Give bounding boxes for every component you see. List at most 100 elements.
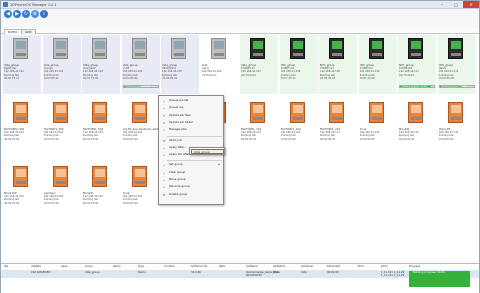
printer-tile[interactable]: Germano 192.168.44.202 Building tab 00:00:0… [43,163,81,222]
menu-item-icon: ✕ [162,138,166,143]
menu-item-queue-log[interactable]: • Queue log [160,105,222,111]
menu-item-rename-group[interactable]: • Rename group [160,184,222,190]
details-cell: 31.0.80 [191,271,201,274]
details-column-header[interactable]: Name [113,265,121,268]
menu-item-icon: • [163,153,165,158]
details-column-header[interactable]: IntMeta [31,265,41,268]
printer-tile[interactable]: Vida_group SYDNEY-01 192.168.44.107 Job Fin… [240,35,278,94]
printer-tile[interactable]: Vida_group Unit2 192.168.44.104 Building ta… [121,35,160,94]
printer-info: 192.168.44.203 Building tab 00:00:00:00 [83,131,120,141]
printer-tile[interactable]: Mona100 192.168.44.201 Building tab 00:00:0… [3,163,41,222]
printer-icon [289,38,305,59]
printer-base [450,53,461,56]
details-cell: 1_11.10 / 1_11.20 1_11.10 / 1_11.20 [381,271,404,277]
menu-item-upload-job-folder[interactable]: ⇧ Upload job folder [160,120,222,126]
printer-base [371,53,382,56]
menu-item-icon: ⇧ [162,113,166,118]
menu-item-upload-job-files[interactable]: ⇧ Upload job files [160,113,222,119]
gear-icon[interactable]: ⚙ [31,10,39,18]
printer-icon [289,102,305,123]
details-column-header[interactable]: Estimated [327,265,340,268]
printer-screen [292,105,303,113]
printer-tile[interactable]: FACTORY1_001 192.168.44.201 Building tab 00… [3,99,41,158]
printer-tile[interactable]: NYC_group Matrix 192.168.44.112 Building ta… [437,35,476,94]
printer-tile[interactable]: FACTORY1_002 192.168.44.202 Building tab 00… [43,99,81,158]
printer-tile[interactable]: Vida_group Orange 192.168.44.102 Building t… [42,35,81,94]
printer-tile[interactable]: NYC_group SYDNEY02 192.168.44.110 Building … [358,35,397,94]
printer-info-line: 00:00:00:00 [83,201,99,205]
menu-item-manage-jobs[interactable]: • Manage jobs [160,127,222,133]
printer-tile[interactable]: FACTORY1_119 192.168.44.119 Building tab 00… [240,99,278,158]
printer-tile[interactable]: NYC_group SYDNEY-01 192.168.44.108 Building… [279,35,318,94]
close-button[interactable]: ✕ [463,1,479,8]
printer-screen [16,41,26,49]
printer-tile[interactable]: Rona 192.168.44.130 Building tab 00:00:00:0… [359,99,397,158]
printer-tile[interactable]: NYC_group SYDNEY03 192.168.44.111 Job Finis… [398,35,436,94]
submenu-item-group[interactable]: Vida_group [191,149,224,154]
printer-info: 192.168.44.203 Building tab 00:00:00:00 [83,195,120,205]
details-column-header[interactable]: Location [164,265,175,268]
menu-item-delete-group[interactable]: ✕ Delete group [160,192,222,198]
printer-icon [329,38,344,59]
printer-tile[interactable]: Rona 192.168.44.204 Building tab 00:00:00:0… [122,163,160,222]
progress-label: Building progress: 50.0% [125,85,151,88]
details-cell-line: 00:01:00 [327,271,339,274]
printer-tile[interactable]: FACTORY1_124 192.168.44.124 Building tab 00… [280,99,318,158]
details-cell: Demo [138,271,146,274]
menu-item-queue-job-list[interactable]: • Queue job list [160,98,222,104]
info-icon[interactable]: i [40,10,48,18]
menu-item-icon: • [163,170,165,175]
printer-tile[interactable]: ext-02_Ana electronic edition 192.168.44.… [122,99,160,158]
minimize-button[interactable]: – [435,1,449,8]
printer-tile[interactable]: Vida_group DESKTOP-S 192.168.44.105 Buildin… [161,35,199,94]
printer-tile[interactable]: FACTORY1_127 192.168.44.127 Building tab 00… [319,99,357,158]
printer-tile[interactable]: Mona 08 192.168.44.132 Building tab 00:00:0… [438,99,476,158]
details-column-header[interactable]: Sta [4,265,8,268]
printer-tile[interactable]: Vida Ready 192.168.44.106 Job Finished [201,35,239,94]
maximize-button[interactable]: □ [449,1,463,8]
details-column-header[interactable]: JobName [246,265,258,268]
details-column-header[interactable]: Alias [61,265,67,268]
details-column-header[interactable]: Group [85,265,93,268]
printer-icon [408,38,423,59]
menu-item-label: Queue log [169,105,184,110]
details-column-header[interactable]: Progress [409,265,420,268]
tab-grid[interactable]: GRID [21,29,36,34]
printer-info-line: Job Finished [399,73,414,77]
details-column-header[interactable]: Type [138,265,144,268]
printer-tile[interactable]: Vida_group BigPrinter 192.168.44.101 Buildi… [3,35,41,94]
printer-tile[interactable]: Mona01 192.168.44.203 Building tab 00:00:00… [82,163,120,222]
printer-icon [131,102,147,123]
printer-base [450,117,461,120]
details-column-header[interactable]: JobStatus [273,265,285,268]
printer-screen [253,41,263,49]
printer-info-line: 00:00:00:00 [162,76,178,80]
printer-info: Orange20 192.168.44.103 Building tab 00:01:… [83,67,120,80]
details-column-header[interactable]: Error [358,265,364,268]
printer-icon [408,102,423,123]
window-title: 3DPrinterOS Manager 1.0.1 [10,3,57,7]
details-column-header[interactable]: Software Ver. [191,265,208,268]
details-selected-row[interactable] [1,270,479,278]
menu-item-clear-group[interactable]: • Clear group [160,170,222,176]
details-column-header[interactable]: JobId [381,265,387,268]
printer-info: SYDNEY-01 192.168.44.108 Building tab 00:07… [281,67,318,80]
menu-item-abort-job[interactable]: ✕ Abort job [160,138,222,144]
menu-item-set-group[interactable]: • Set group ▸ [160,162,222,168]
printer-base [253,117,263,120]
printer-icon [250,102,265,123]
menu-item-move-group[interactable]: • Move group [160,177,222,183]
printer-screen [16,169,26,177]
refresh-icon[interactable]: ↻ [22,10,30,18]
tab-matrix[interactable]: MATRIX [4,29,22,34]
printer-icon [171,38,186,59]
forward-icon[interactable]: ▶ [13,10,21,18]
printer-tile[interactable]: FACTORY1_003 192.168.44.203 Building tab 00… [82,99,120,158]
printer-screen [213,41,224,49]
printer-tile[interactable]: Vida_group Orange20 192.168.44.103 Building… [82,35,120,94]
back-icon[interactable]: ◀ [4,10,12,18]
details-column-header[interactable]: JobOwner [301,265,313,268]
printer-tile[interactable]: Mona01 192.168.44.131 Building tab 00:00:00… [398,99,436,158]
printer-tile[interactable]: NYC_group SYDNEY-01 192.168.44.109 Building… [319,35,357,94]
details-column-header[interactable]: Rate [219,265,225,268]
